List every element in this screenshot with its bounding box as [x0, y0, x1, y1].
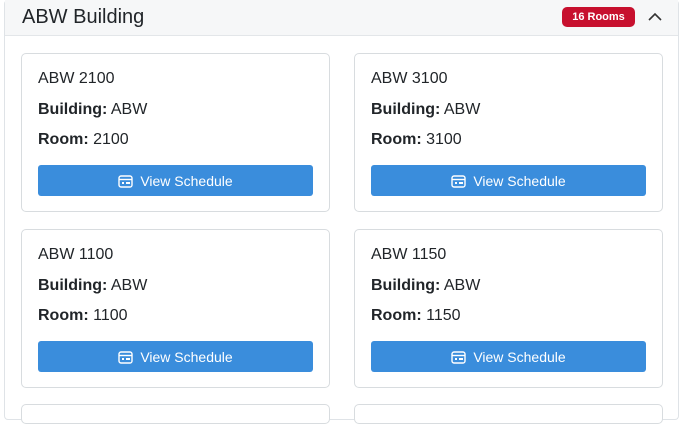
- calendar-icon: [451, 350, 467, 364]
- view-schedule-button[interactable]: View Schedule: [38, 165, 313, 196]
- room-value: 1100: [93, 307, 128, 324]
- building-label: Building:: [38, 101, 108, 118]
- room-card-title: ABW 3100: [371, 70, 448, 87]
- view-schedule-button[interactable]: View Schedule: [371, 341, 646, 372]
- building-value: ABW: [110, 277, 148, 294]
- room-label: Room:: [371, 131, 422, 148]
- room-card: ABW 1150 Building: ABW Room: 1150 View S…: [354, 229, 663, 388]
- room-card: ABW 2100 Building: ABW Room: 2100 View S…: [21, 53, 330, 212]
- view-schedule-button[interactable]: View Schedule: [38, 341, 313, 372]
- building-label: Building:: [371, 101, 441, 118]
- room-value: 2100: [93, 131, 129, 148]
- view-schedule-label: View Schedule: [140, 348, 233, 365]
- room-card: ABW 1100 Building: ABW Room: 1100 View S…: [21, 229, 330, 388]
- room-card: [21, 404, 330, 424]
- calendar-icon: [451, 174, 467, 188]
- building-value: ABW: [443, 101, 481, 118]
- room-card-title: ABW 2100: [38, 70, 115, 87]
- room-label: Room:: [38, 307, 89, 324]
- calendar-icon: [118, 174, 134, 188]
- room-label: Room:: [38, 131, 89, 148]
- room-line: Room: 1100: [38, 306, 128, 326]
- room-label: Room:: [371, 307, 422, 324]
- view-schedule-button[interactable]: View Schedule: [371, 165, 646, 196]
- room-line: Room: 3100: [371, 130, 462, 150]
- building-value: ABW: [110, 101, 148, 118]
- building-line: Building: ABW: [38, 100, 147, 120]
- panel-header[interactable]: ABW Building 16 Rooms: [5, 0, 678, 36]
- room-card: [354, 404, 663, 424]
- room-line: Room: 1150: [371, 306, 461, 326]
- calendar-icon: [118, 350, 134, 364]
- building-line: Building: ABW: [38, 276, 147, 296]
- building-title: ABW Building: [22, 6, 145, 28]
- building-value: ABW: [443, 277, 481, 294]
- chevron-up-icon[interactable]: [645, 5, 665, 27]
- building-label: Building:: [371, 277, 441, 294]
- room-card-title: ABW 1150: [371, 246, 447, 263]
- room-card: ABW 3100 Building: ABW Room: 3100 View S…: [354, 53, 663, 212]
- room-card-title: ABW 1100: [38, 246, 114, 263]
- view-schedule-label: View Schedule: [140, 172, 233, 189]
- view-schedule-label: View Schedule: [473, 172, 566, 189]
- room-value: 3100: [426, 131, 462, 148]
- building-label: Building:: [38, 277, 108, 294]
- room-count-badge: 16 Rooms: [562, 7, 635, 27]
- building-line: Building: ABW: [371, 276, 480, 296]
- building-line: Building: ABW: [371, 100, 480, 120]
- view-schedule-label: View Schedule: [473, 348, 566, 365]
- building-panel: ABW Building 16 Rooms ABW 2100 Building:…: [4, 0, 679, 424]
- room-value: 1150: [426, 307, 461, 324]
- room-line: Room: 2100: [38, 130, 129, 150]
